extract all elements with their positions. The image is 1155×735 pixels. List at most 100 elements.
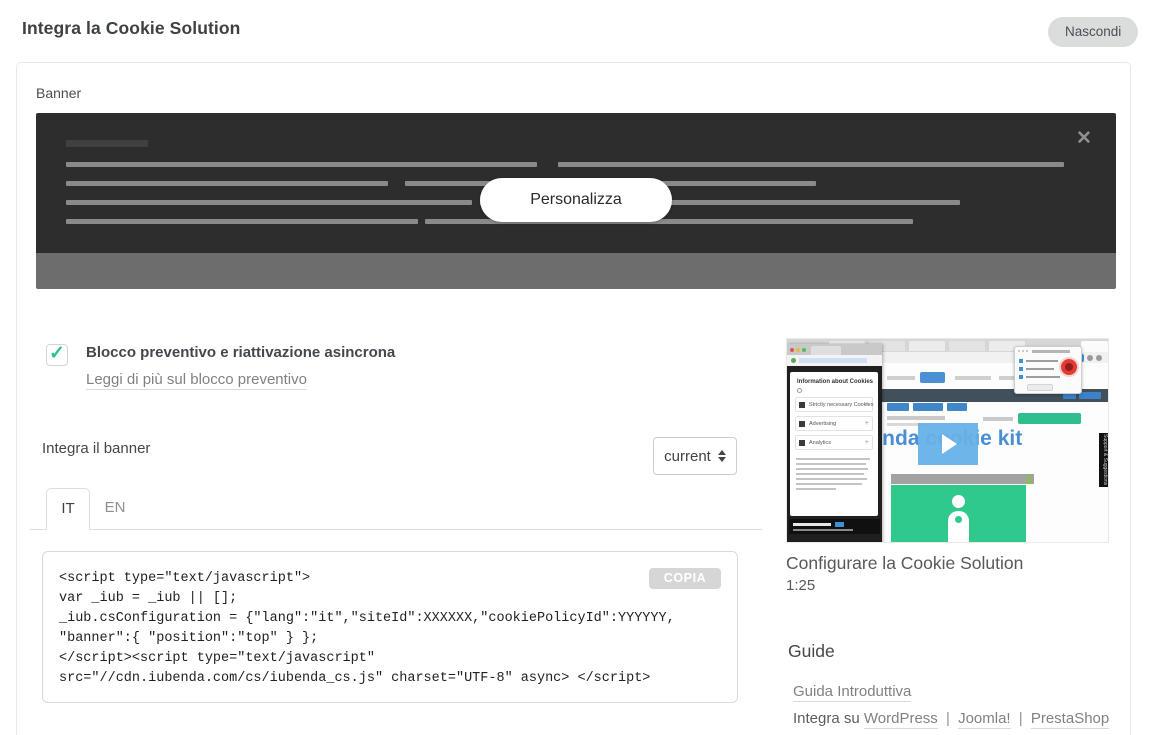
- page-title: Integra la Cookie Solution: [22, 18, 241, 38]
- browser-tab: [909, 341, 945, 351]
- green-dot: [1027, 475, 1031, 479]
- embed-code-block[interactable]: <script type="text/javascript"> var _iub …: [42, 551, 738, 703]
- expand-icon: +: [864, 439, 869, 446]
- skeleton-line: [66, 200, 472, 205]
- skeleton-line: [66, 181, 388, 186]
- play-icon: [942, 434, 957, 454]
- skeleton-title-line: [66, 140, 148, 147]
- url-text-placeholder: [799, 358, 867, 363]
- popup-title-placeholder: [1032, 350, 1070, 353]
- tab-it[interactable]: IT: [46, 488, 90, 530]
- popup-dot: [1022, 350, 1024, 352]
- customize-button[interactable]: Personalizza: [480, 178, 672, 222]
- browser-tab: [949, 341, 985, 351]
- text-placeholder: [1026, 376, 1060, 378]
- preventive-block-link[interactable]: Leggi di più sul blocco preventivo: [86, 371, 307, 390]
- select-arrows-icon: [717, 450, 726, 462]
- tabs-divider: [30, 529, 762, 530]
- text-placeholder: [796, 483, 862, 485]
- admin-bar-chip: [1079, 392, 1101, 399]
- cookie-modal: Information about Cookies Strictly neces…: [790, 372, 878, 516]
- separator: |: [945, 710, 950, 727]
- privacy-policy-chip: [1018, 413, 1081, 424]
- browser-toolbar-icon: [1096, 355, 1102, 361]
- guide-intro-link[interactable]: Guida Introduttiva: [793, 683, 912, 702]
- skeleton-line: [558, 162, 1064, 167]
- text-placeholder: [983, 417, 1013, 421]
- iubenda-logo-head: [952, 495, 965, 508]
- green-dot: [1027, 480, 1031, 484]
- foreground-browser-window: Information about Cookies Strictly neces…: [787, 344, 882, 542]
- text-placeholder: [796, 488, 836, 490]
- video-thumbnail[interactable]: iubenda cookie kit Support & Suggestions: [786, 338, 1109, 543]
- page: Integra la Cookie Solution Nascondi Bann…: [0, 0, 1155, 735]
- tab-en[interactable]: EN: [92, 489, 138, 529]
- text-placeholder: [1026, 360, 1058, 362]
- guide-link-wordpress[interactable]: WordPress: [863, 710, 938, 729]
- popup-dot: [1026, 350, 1028, 352]
- check-placeholder: [1019, 367, 1023, 371]
- version-select-value: current: [664, 447, 711, 465]
- padlock-icon: [791, 358, 796, 363]
- expand-icon: +: [864, 401, 869, 408]
- cookie-modal-title: Information about Cookies: [797, 379, 874, 385]
- text-placeholder: [887, 416, 945, 420]
- cookie-category-row: Analytics +: [795, 435, 873, 450]
- version-select[interactable]: current: [653, 437, 737, 475]
- text-placeholder: [793, 529, 853, 531]
- close-icon[interactable]: ✕: [1070, 125, 1098, 153]
- text-placeholder: [796, 458, 870, 460]
- guide-link-prestashop[interactable]: PrestaShop: [1030, 710, 1110, 729]
- guides-heading: Guide: [788, 641, 835, 661]
- banner-section-label: Banner: [36, 85, 82, 101]
- nav-text-placeholder: [887, 376, 915, 380]
- preventive-block-checkbox[interactable]: ✓: [46, 343, 68, 366]
- traffic-light-yellow: [796, 348, 800, 352]
- action-chip: [887, 403, 909, 411]
- guides-integrate-row: Integra su WordPress | Joomla! | PrestaS…: [793, 710, 1110, 729]
- text-placeholder: [796, 478, 867, 480]
- category-icon: [799, 440, 805, 446]
- record-button-center: [1065, 363, 1073, 371]
- modal-footer-bar: [789, 519, 880, 534]
- text-placeholder: [796, 463, 866, 465]
- traffic-light-red: [790, 348, 794, 352]
- copy-button[interactable]: COPIA: [649, 568, 721, 589]
- hide-button[interactable]: Nascondi: [1048, 17, 1139, 47]
- video-duration: 1:25: [786, 577, 816, 594]
- checkmark-icon: ✓: [49, 343, 65, 364]
- nav-text-placeholder: [955, 376, 991, 380]
- text-placeholder: [1026, 368, 1054, 370]
- video-title: Configurare la Cookie Solution: [786, 553, 1024, 573]
- traffic-light-green: [802, 348, 806, 352]
- mini-chip: [835, 522, 844, 527]
- skeleton-line: [66, 219, 418, 224]
- action-chip: [947, 403, 967, 411]
- popup-dot: [1018, 350, 1020, 352]
- category-icon: [799, 421, 805, 427]
- browser-tab-active: [1081, 341, 1108, 352]
- skeleton-line: [66, 162, 537, 167]
- preview-window-bar: [891, 474, 1034, 484]
- guide-link-joomla[interactable]: Joomla!: [958, 710, 1011, 729]
- check-placeholder: [1019, 375, 1023, 379]
- text-placeholder: [793, 523, 831, 526]
- text-placeholder: [796, 468, 868, 470]
- integrate-prefix: Integra su: [793, 710, 860, 727]
- text-placeholder: [796, 473, 864, 475]
- preventive-block-label: Blocco preventivo e riattivazione asincr…: [86, 344, 396, 361]
- play-button[interactable]: [918, 423, 978, 465]
- category-icon: [799, 402, 805, 408]
- action-chip: [913, 403, 943, 411]
- banner-preview-footer-bar: [36, 253, 1116, 289]
- screen-recording-popup: [1014, 346, 1082, 394]
- iubenda-logo-hole: [955, 516, 962, 523]
- separator: |: [1018, 710, 1023, 727]
- embed-code: <script type="text/javascript"> var _iub …: [59, 571, 675, 686]
- support-tab: Support & Suggestions: [1099, 433, 1108, 487]
- refresh-icon: [797, 388, 802, 393]
- check-placeholder: [1019, 359, 1023, 363]
- browser-toolbar-icon: [1087, 355, 1093, 361]
- banner-preview: Personalizza ✕: [36, 113, 1116, 289]
- cookie-category-row: Strictly necessary Cookies +: [795, 397, 874, 412]
